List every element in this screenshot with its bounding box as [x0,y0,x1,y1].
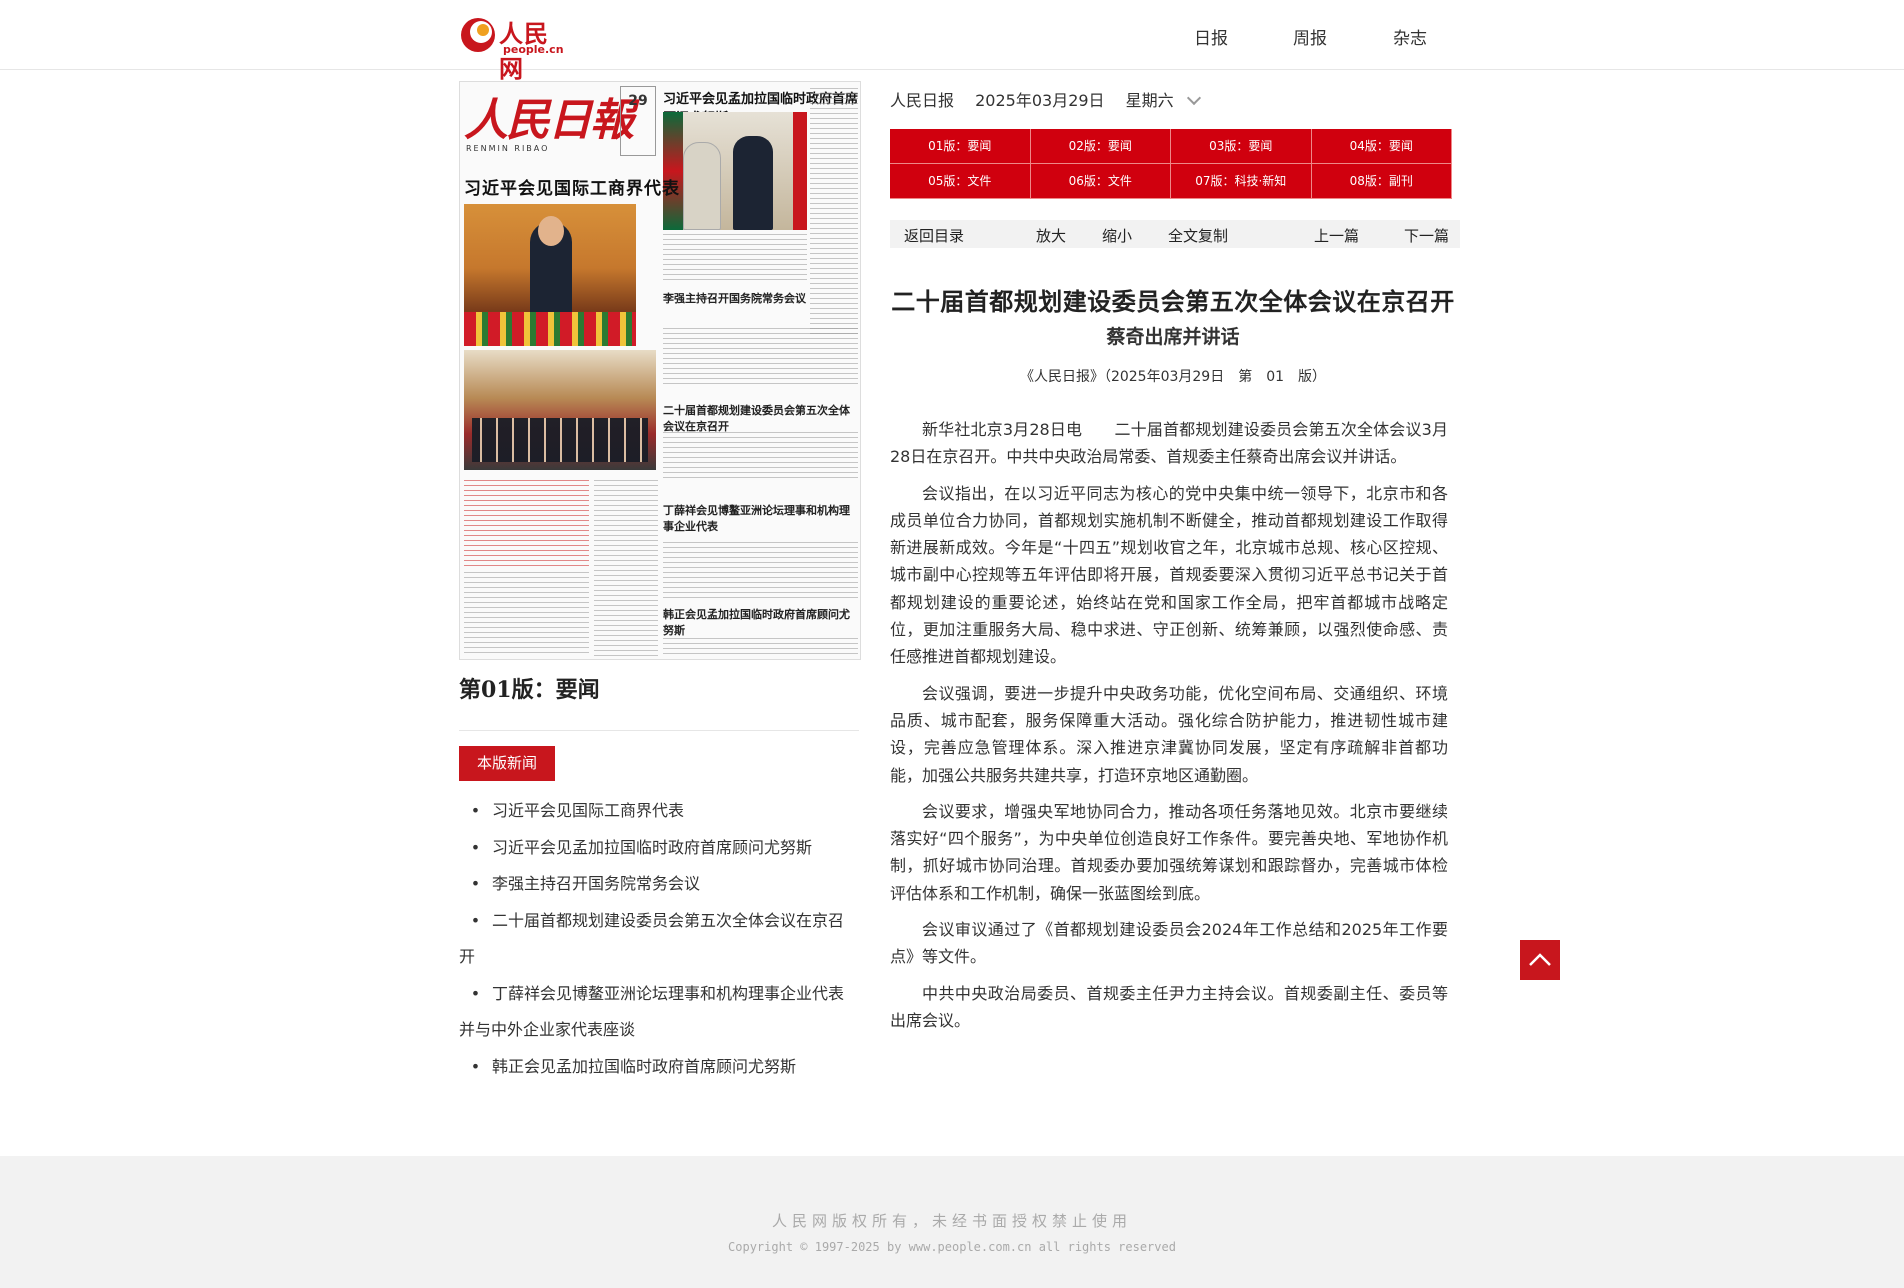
people-logo[interactable]: 人民网 people.cn [459,14,569,83]
date-dropdown-chevron-icon[interactable] [1186,90,1201,106]
article-subtitle: 蔡奇出席并讲话 [1106,326,1240,348]
paper-subhead-3: 丁薛祥会见博鳌亚洲论坛理事和机构理事企业代表 [663,504,850,533]
page-tab-08[interactable]: 08版：副刊 [1311,164,1452,199]
page-selector-grid: 01版：要闻 02版：要闻 03版：要闻 04版：要闻 05版：文件 06版：文… [890,129,1452,199]
page-tab-04[interactable]: 04版：要闻 [1311,129,1452,164]
paper-date-day: 29 [628,93,648,109]
page-tab-02[interactable]: 02版：要闻 [1030,129,1171,164]
paper-red-text-block [464,480,589,570]
paper-masthead: 人民日報 [464,95,634,146]
photo-bangladesh-meeting [663,112,807,230]
news-list-item[interactable]: • 丁薛祥会见博鳌亚洲论坛理事和机构理事企业代表并与中外企业家代表座谈 [459,976,859,1049]
paper-name: 人民日报 [890,91,955,110]
paper-text-column [663,638,858,658]
photo-group [464,350,656,470]
paper-text-column [663,234,807,284]
article-paragraph: 会议要求，增强央军地协同合力，推动各项任务落地见效。北京市要继续落实好“四个服务… [890,801,1448,903]
site-header: 人民网 people.cn 日报 周报 杂志 [0,0,1904,83]
paper-text-column [464,572,589,657]
article-source: 《人民日报》（2025年03月29日 第 01 版） [1019,369,1327,385]
page-news-list: • 习近平会见国际工商界代表 • 习近平会见孟加拉国临时政府首席顾问尤努斯 • 李强主… [459,793,859,1085]
footer-copyright-cn: 人民网版权所有，未经书面授权禁止使用 [771,1212,1132,1230]
site-footer: 人民网版权所有，未经书面授权禁止使用 Copyright © 1997-2025… [0,1156,1904,1288]
back-to-top-button[interactable] [1520,940,1560,980]
logo-swirl-icon [461,18,495,52]
paper-masthead-en: RENMIN RIBAO [466,144,550,153]
next-article-button[interactable]: 下一篇 [1404,225,1449,246]
article-title: 二十届首都规划建设委员会第五次全体会议在京召开 [891,288,1455,316]
page-tab-01[interactable]: 01版：要闻 [890,129,1031,164]
article-paragraph: 会议指出，在以习近平同志为核心的党中央集中统一领导下，北京市和各成员单位合力协同… [890,483,1448,667]
article-paragraph: 会议强调，要进一步提升中央政务功能，优化空间布局、交通组织、环境品质、城市配套，… [890,683,1448,785]
footer-copyright-en: Copyright © 1997-2025 by www.people.com.… [728,1240,1176,1254]
issue-date: 2025年03月29日 [975,91,1105,110]
page-tab-06[interactable]: 06版：文件 [1030,164,1171,199]
paper-headline-left: 习近平会见国际工商界代表 [464,179,680,199]
logo-subtext: people.cn [503,43,564,56]
news-list-item[interactable]: • 二十届首都规划建设委员会第五次全体会议在京召开 [459,903,859,976]
zoom-in-button[interactable]: 放大 [1036,225,1066,246]
zoom-out-button[interactable]: 缩小 [1102,225,1132,246]
paper-date-box: 29 [620,86,656,156]
paper-text-column [663,328,858,384]
article-toolbar: 返回目录 放大 缩小 全文复制 上一篇 下一篇 [890,220,1460,248]
article-paragraph: 中共中央政治局委员、首规委主任尹力主持会议。首规委副主任、委员等出席会议。 [890,983,1448,1030]
paper-subhead-2: 二十届首都规划建设委员会第五次全体会议在京召开 [663,404,850,433]
newspaper-page-thumbnail[interactable]: 人民日報 RENMIN RIBAO 29 习近平会见孟加拉国临时政府首席顾问尤努… [459,81,861,660]
issue-weekday: 星期六 [1125,91,1174,110]
photo-xi-speech [464,204,636,346]
issue-meta-row: 人民日报 2025年03月29日 星期六 [890,87,1201,111]
article-paragraph: 新华社北京3月28日电 二十届首都规划建设委员会第五次全体会议3月28日在京召开… [890,420,1448,467]
nav-magazine[interactable]: 杂志 [1393,24,1427,49]
copy-all-button[interactable]: 全文复制 [1168,225,1228,246]
nav-weekly[interactable]: 周报 [1293,24,1327,49]
paper-subhead-4: 韩正会见孟加拉国临时政府首席顾问尤努斯 [663,608,850,637]
news-list-item[interactable]: • 习近平会见孟加拉国临时政府首席顾问尤努斯 [459,830,859,867]
nav-daily[interactable]: 日报 [1194,24,1228,49]
article-body: 新华社北京3月28日电 二十届首都规划建设委员会第五次全体会议3月28日在京召开… [890,416,1448,1043]
paper-subhead-1: 李强主持召开国务院常务会议 [663,292,806,305]
paper-text-column [663,432,858,482]
page-section-title: 第01版：要闻 [459,677,600,703]
news-list-item[interactable]: • 李强主持召开国务院常务会议 [459,866,859,903]
paper-text-column [594,480,658,657]
paper-text-column [663,542,858,602]
news-list-item[interactable]: • 韩正会见孟加拉国临时政府首席顾问尤努斯 [459,1049,859,1086]
page-tab-07[interactable]: 07版：科技·新知 [1171,164,1312,199]
page-tab-03[interactable]: 03版：要闻 [1171,129,1312,164]
page-tab-05[interactable]: 05版：文件 [890,164,1031,199]
news-list-item[interactable]: • 习近平会见国际工商界代表 [459,793,859,830]
chevron-up-icon [1529,953,1551,966]
page-news-badge: 本版新闻 [459,746,555,781]
article-paragraph: 会议审议通过了《首都规划建设委员会2024年工作总结和2025年工作要点》等文件… [890,920,1448,967]
back-to-index-button[interactable]: 返回目录 [904,225,964,246]
divider [459,730,859,731]
prev-article-button[interactable]: 上一篇 [1314,225,1359,246]
